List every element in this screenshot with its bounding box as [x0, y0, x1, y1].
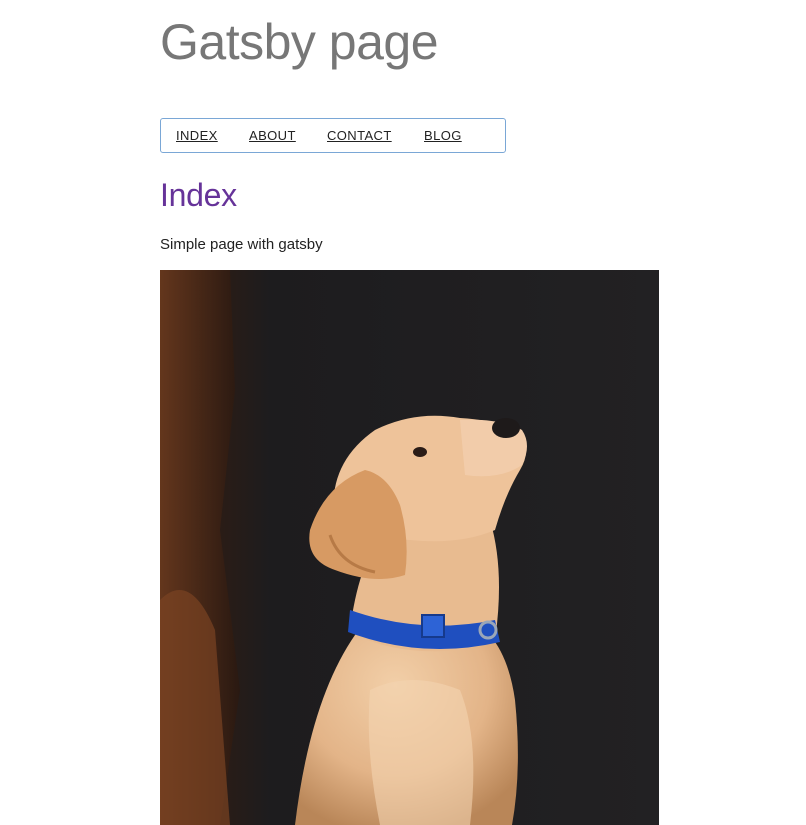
site-title: Gatsby page — [160, 14, 439, 70]
nav-link-contact[interactable]: CONTACT — [327, 128, 392, 144]
nav-link-about[interactable]: ABOUT — [249, 128, 296, 144]
nav-link-index[interactable]: INDEX — [176, 128, 218, 144]
nav-link-blog[interactable]: BLOG — [424, 128, 462, 144]
puppy-photo — [160, 270, 659, 825]
page-description: Simple page with gatsby — [160, 236, 323, 253]
page-heading: Index — [160, 177, 237, 213]
puppy-illustration — [160, 270, 659, 825]
main-nav: INDEX ABOUT CONTACT BLOG — [160, 118, 506, 153]
